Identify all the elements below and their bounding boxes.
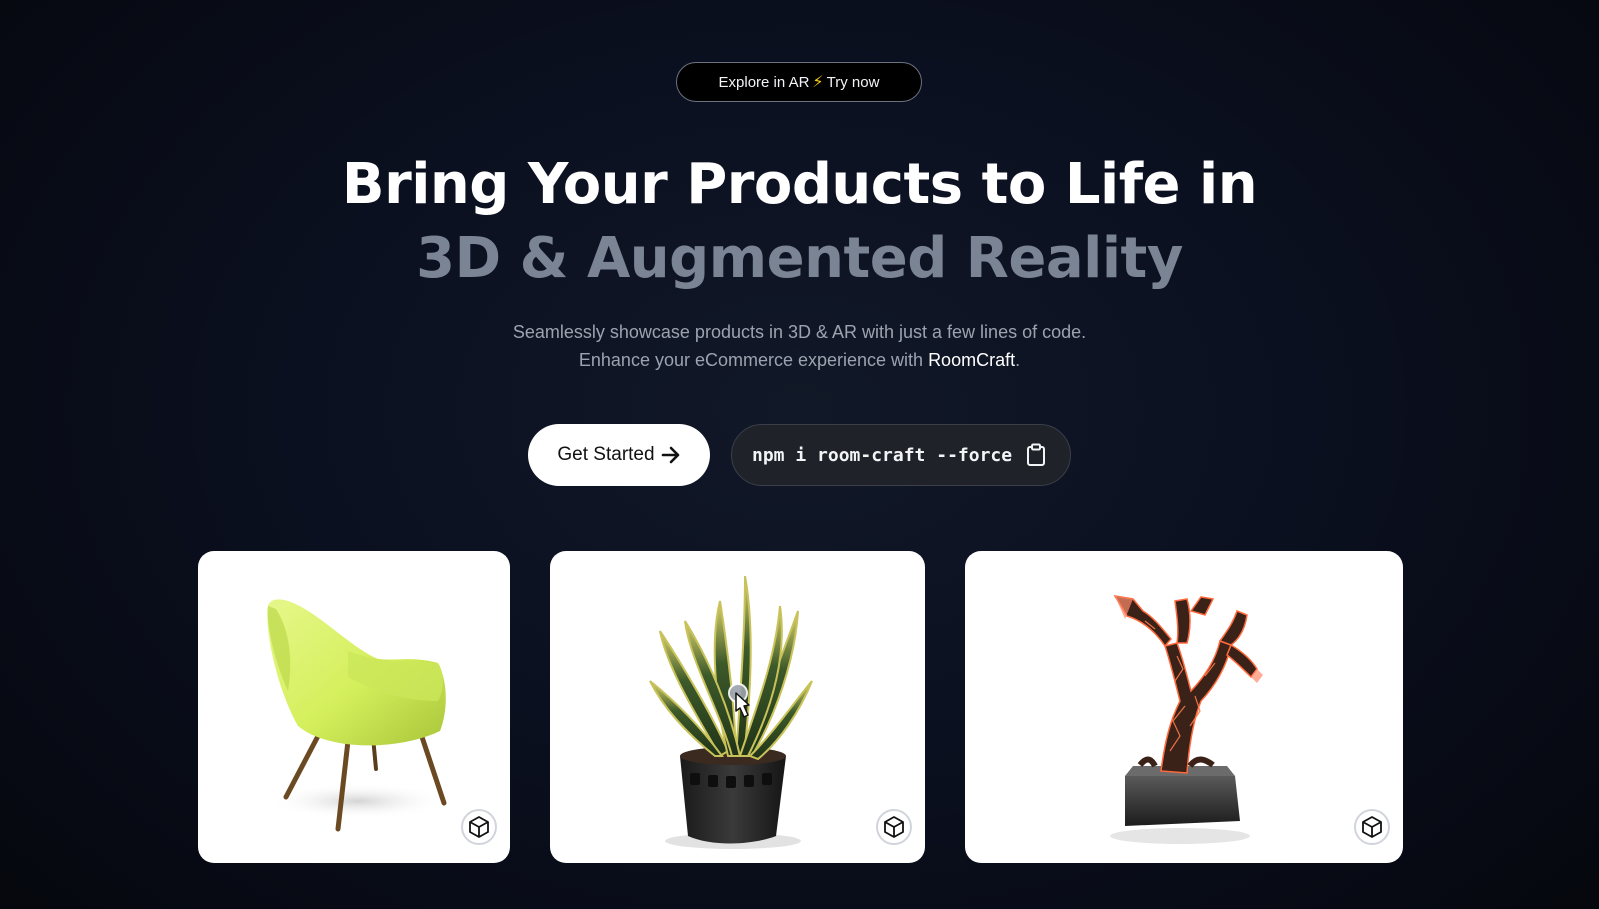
headline-line-1: Bring Your Products to Life in bbox=[341, 152, 1258, 217]
view-in-ar-button[interactable] bbox=[876, 809, 912, 845]
hero-subtitle: Seamlessly showcase products in 3D & AR … bbox=[0, 318, 1599, 374]
subtitle-line-1: Seamlessly showcase products in 3D & AR … bbox=[512, 322, 1087, 342]
clipboard-icon[interactable] bbox=[1026, 443, 1046, 467]
subtitle-line-2-suffix: . bbox=[1015, 350, 1021, 370]
view-in-ar-button[interactable] bbox=[461, 809, 497, 845]
model-card-lava-tree[interactable] bbox=[965, 551, 1403, 863]
badge-suffix: Try now bbox=[826, 73, 880, 91]
badge-prefix: Explore in AR bbox=[718, 73, 810, 91]
get-started-button[interactable]: Get Started bbox=[528, 424, 710, 486]
headline-line-2: 3D & Augmented Reality bbox=[416, 226, 1183, 291]
model-card-chair[interactable] bbox=[198, 551, 510, 863]
cube-icon bbox=[884, 816, 904, 838]
cube-icon bbox=[1362, 816, 1382, 838]
install-command-button[interactable]: npm i room-craft --force bbox=[731, 424, 1071, 486]
subtitle-line-2: Enhance your eCommerce experience with R… bbox=[0, 346, 1599, 374]
get-started-label: Get Started bbox=[557, 444, 655, 465]
arrow-right-icon bbox=[661, 446, 681, 464]
hero-headline: Bring Your Products to Life in 3D & Augm… bbox=[0, 148, 1599, 296]
explore-ar-badge[interactable]: Explore in AR ⚡ Try now bbox=[676, 62, 922, 102]
install-command-text: npm i room-craft --force bbox=[752, 444, 1013, 466]
brand-name: RoomCraft bbox=[928, 350, 1016, 370]
subtitle-line-2-prefix: Enhance your eCommerce experience with bbox=[578, 350, 929, 370]
lightning-icon: ⚡ bbox=[812, 74, 824, 91]
model-card-plant[interactable] bbox=[550, 551, 925, 863]
view-in-ar-button[interactable] bbox=[1354, 809, 1390, 845]
lava-tree-model-image[interactable] bbox=[965, 551, 1403, 863]
cube-icon bbox=[469, 816, 489, 838]
plant-model-image[interactable] bbox=[550, 551, 925, 863]
